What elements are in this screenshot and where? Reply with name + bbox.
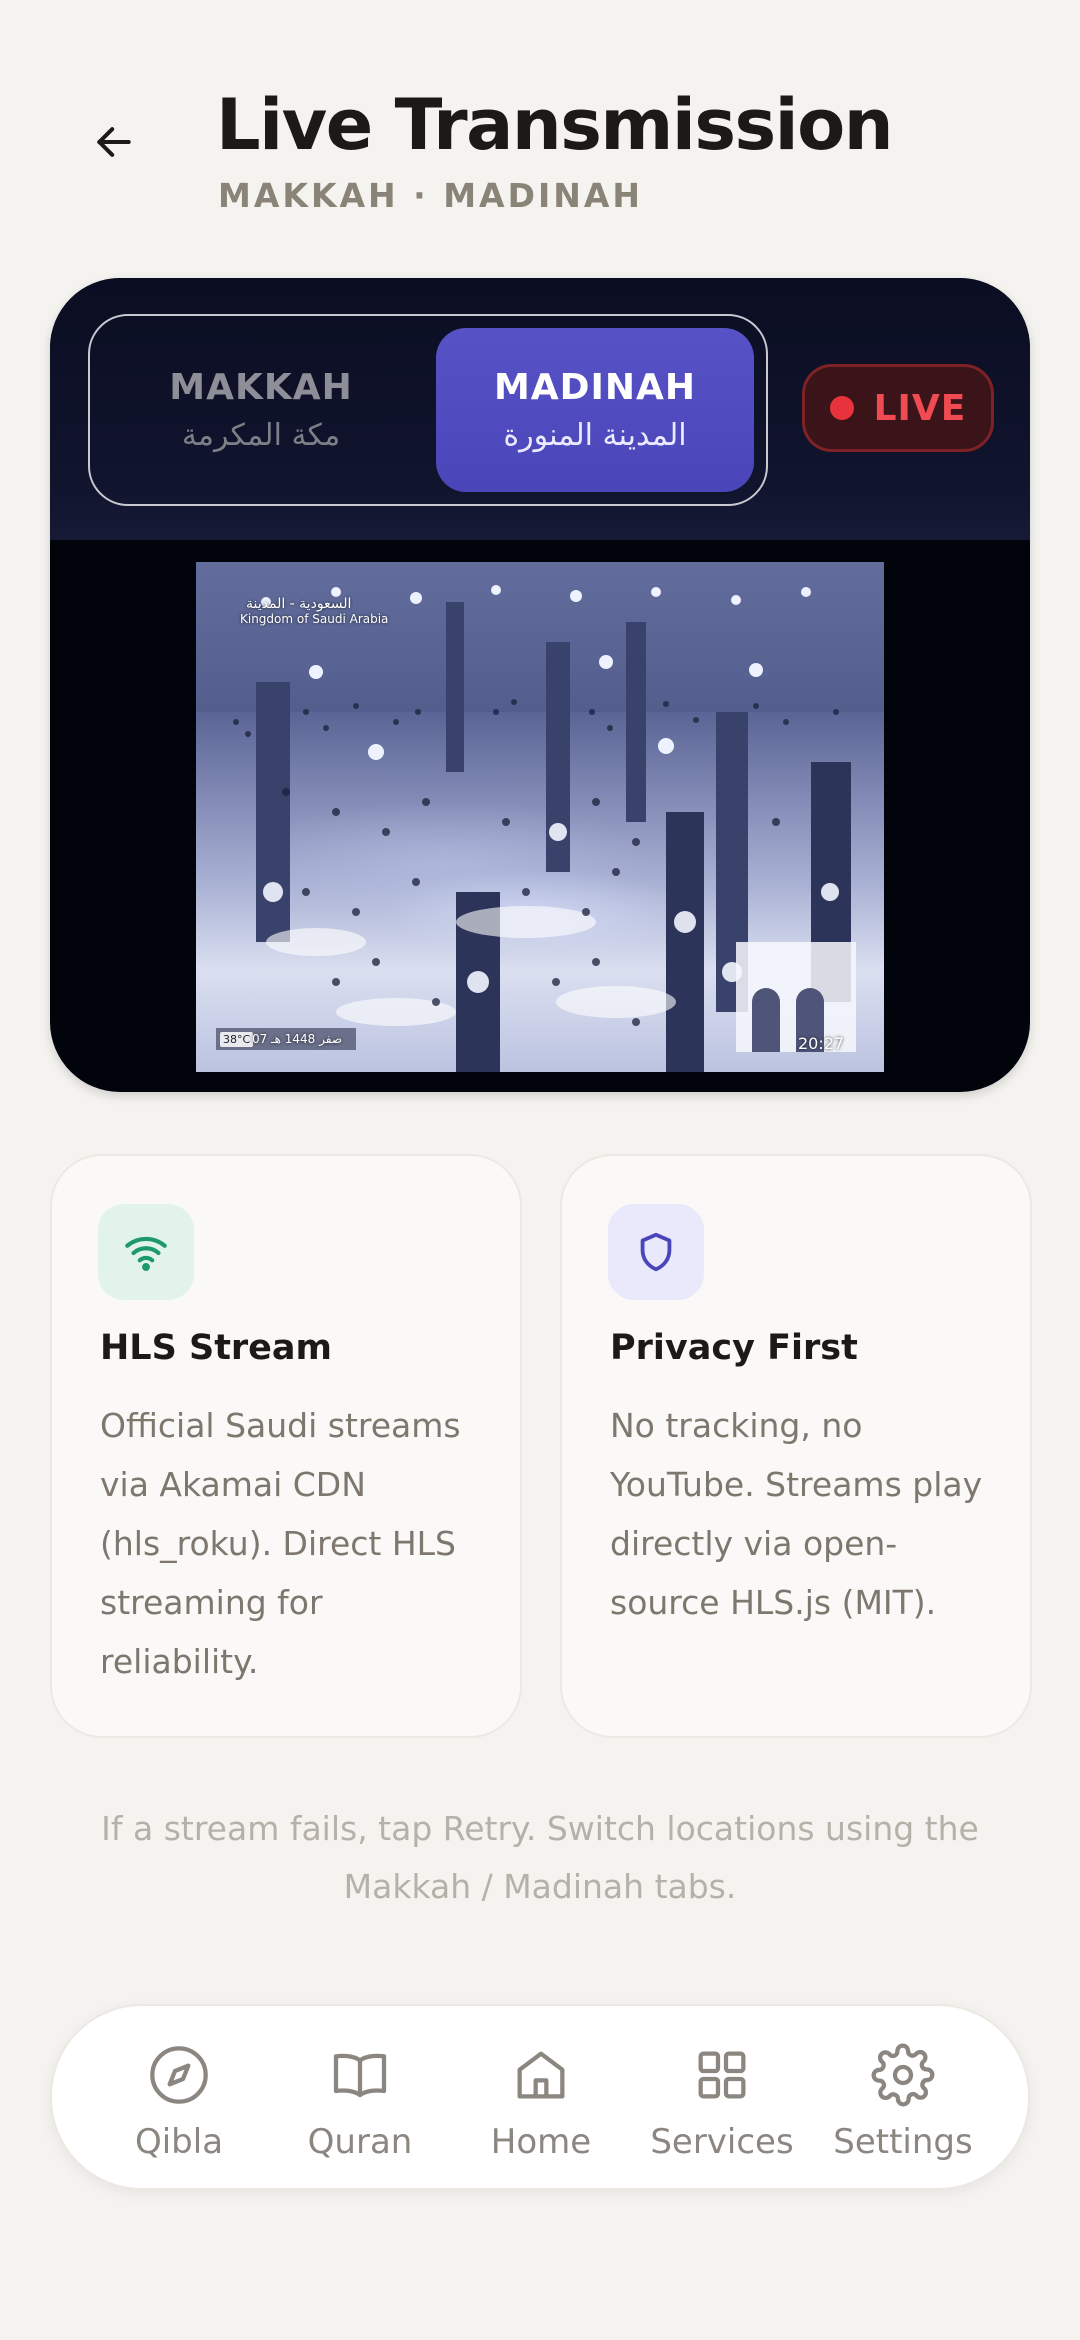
nav-label: Settings [833, 2122, 973, 2162]
privacy-first-card: Privacy First No tracking, no YouTube. S… [560, 1154, 1032, 1738]
nav-label: Services [650, 2122, 794, 2162]
tab-makkah-label: MAKKAH [169, 367, 353, 408]
tab-makkah-label-arabic: مكة المكرمة [181, 418, 341, 453]
video-channel-label: السعودية - المدينة [246, 596, 352, 612]
live-transmission-screen: Live Transmission MAKKAH · MADINAH MAKKA… [0, 0, 1080, 2340]
nav-label: Home [490, 2122, 592, 2162]
shield-icon [608, 1204, 704, 1300]
video-stream[interactable]: السعودية - المدينة Kingdom of Saudi Arab… [196, 562, 884, 1072]
live-badge: LIVE [802, 364, 994, 452]
mosque-scene-image [196, 562, 884, 1072]
arrow-left-icon [92, 120, 136, 168]
book-icon [327, 2042, 393, 2108]
nav-label: Qibla [134, 2122, 224, 2162]
nav-item-home[interactable]: Home [451, 2042, 631, 2172]
tab-madinah[interactable]: MADINAH المدينة المنورة [436, 328, 754, 492]
gear-icon [870, 2042, 936, 2108]
compass-icon [146, 2042, 212, 2108]
live-label: LIVE [873, 387, 967, 429]
nav-item-quran[interactable]: Quran [270, 2042, 450, 2172]
video-country-label: Kingdom of Saudi Arabia [240, 612, 389, 626]
live-dot-icon [829, 396, 854, 420]
grid-icon [689, 2042, 755, 2108]
video-time: 20:27 [798, 1034, 845, 1053]
tab-madinah-label: MADINAH [493, 367, 697, 408]
hls-stream-card: HLS Stream Official Saudi streams via Ak… [50, 1154, 522, 1738]
card-title: HLS Stream [100, 1328, 333, 1368]
card-title: Privacy First [610, 1328, 858, 1368]
live-player: MAKKAH مكة المكرمة MADINAH المدينة المنو… [50, 278, 1030, 1092]
wifi-icon [98, 1204, 194, 1300]
help-hint: If a stream fails, tap Retry. Switch loc… [101, 1809, 979, 1906]
tab-madinah-label-arabic: المدينة المنورة [503, 418, 687, 453]
page-subtitle: MAKKAH · MADINAH [218, 176, 644, 215]
video-hijri-date: 07 صفر 1448 هـ [252, 1032, 343, 1046]
bottom-navigation: Qibla Quran Home Services Settings [50, 2004, 1030, 2190]
location-tabs: MAKKAH مكة المكرمة MADINAH المدينة المنو… [88, 314, 768, 506]
nav-item-services[interactable]: Services [632, 2042, 812, 2172]
back-button[interactable] [86, 116, 142, 172]
nav-item-settings[interactable]: Settings [813, 2042, 993, 2172]
nav-item-qibla[interactable]: Qibla [89, 2042, 269, 2172]
video-temperature: 38°C [220, 1032, 254, 1047]
page-title: Live Transmission [216, 84, 894, 166]
card-description: Official Saudi streams via Akamai CDN (h… [100, 1406, 461, 1681]
tab-makkah[interactable]: MAKKAH مكة المكرمة [102, 328, 420, 492]
home-icon [508, 2042, 574, 2108]
nav-label: Quran [307, 2122, 413, 2162]
card-description: No tracking, no YouTube. Streams play di… [610, 1406, 983, 1622]
